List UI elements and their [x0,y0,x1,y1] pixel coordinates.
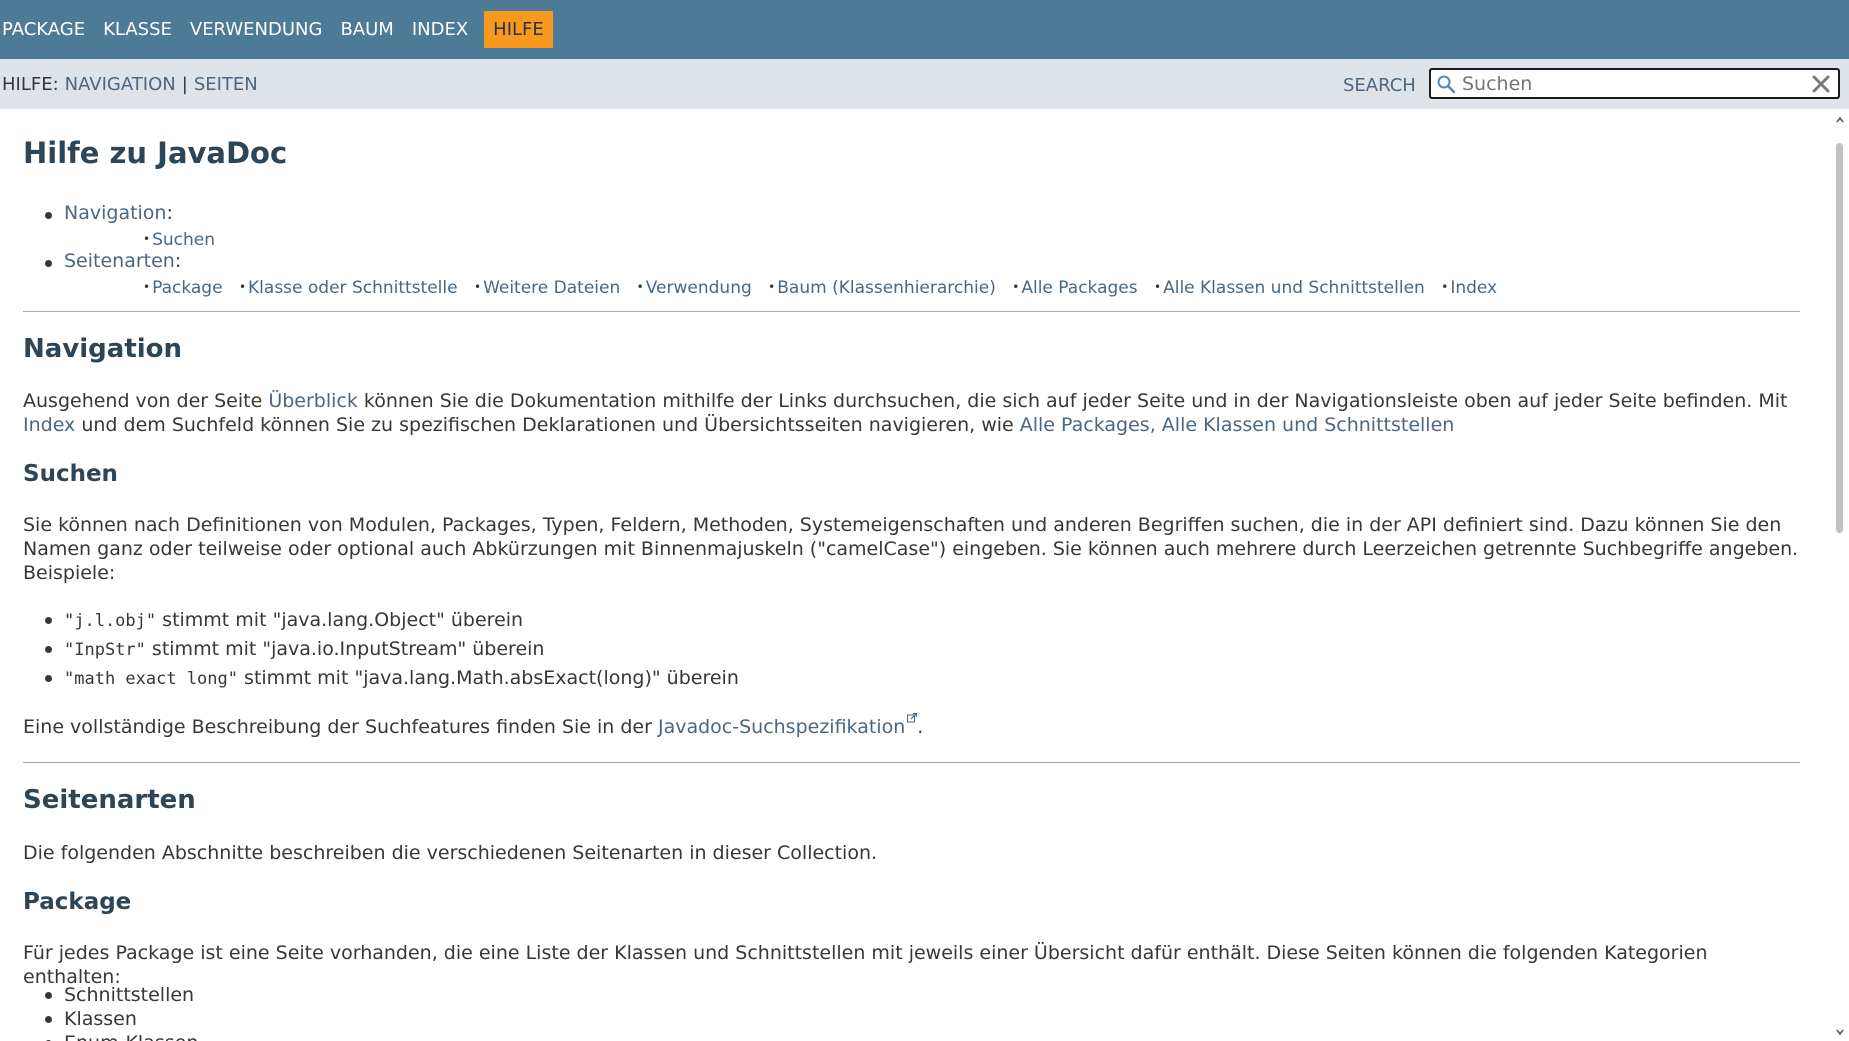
main-content: Hilfe zu JavaDoc Navigation: • Suchen Sei… [23,109,1800,1041]
package-paragraph: Für jedes Package ist eine Seite vorhand… [23,942,1708,988]
subnav-navigation-link[interactable]: NAVIGATION [65,74,176,95]
list-item: Schnittstellen [44,983,198,1007]
divider [23,311,1800,312]
scroll-down-icon[interactable] [1835,1027,1845,1037]
nav-use-link[interactable]: VERWENDUNG [181,11,332,48]
list-item: Klassen [44,1007,198,1031]
toc-link-search[interactable]: Suchen [152,230,215,250]
all-classes-link[interactable]: Alle Klassen und Schnittstellen [1162,414,1455,436]
scrollbar-thumb[interactable] [1836,143,1843,533]
page-types-heading: Seitenarten [23,785,196,815]
toc-bullet [45,260,52,267]
search-icon [1437,75,1456,94]
nav-help-active: HILFE [484,11,553,48]
toc-link-all-classes[interactable]: Alle Klassen und Schnittstellen [1163,278,1425,298]
navigation-paragraph: Ausgehend von der Seite Überblick können… [23,390,1788,436]
list-item: "j.l.obj" stimmt mit "java.lang.Object" … [45,608,739,637]
toc-link-tree[interactable]: Baum (Klassenhierarchie) [777,278,996,298]
package-heading: Package [23,889,132,915]
toc-link-index[interactable]: Index [1450,278,1497,298]
toc-link-other-files[interactable]: Weitere Dateien [483,278,620,298]
toc-bullet [45,212,52,219]
all-packages-link[interactable]: Alle Packages [1020,414,1150,436]
divider [23,762,1800,763]
toc-navigation-link[interactable]: Navigation [64,202,166,224]
nav-tree-link[interactable]: BAUM [331,11,402,48]
vertical-scrollbar[interactable] [1831,109,1849,1041]
toc-navigation-sublist: • Suchen [143,230,226,250]
toc-colon: : [166,202,173,224]
clear-search-icon[interactable] [1810,73,1832,95]
toc-colon: : [174,250,182,272]
search-examples-list: "j.l.obj" stimmt mit "java.lang.Object" … [45,608,739,695]
toc-navigation-row: Navigation: [45,202,173,224]
sub-bullet: • [143,232,151,246]
toc-pages-link[interactable]: Seitenarten [64,250,175,272]
nav-index-link[interactable]: INDEX [403,11,477,48]
search-spec-link[interactable]: Javadoc-Suchspezifikation [658,716,905,738]
toc-link-package[interactable]: Package [152,278,222,298]
toc-link-all-packages[interactable]: Alle Packages [1021,278,1137,298]
list-item: "InpStr" stimmt mit "java.io.InputStream… [45,637,739,666]
list-item: "math exact long" stimmt mit "java.lang.… [45,666,739,695]
overview-link[interactable]: Überblick [268,390,358,412]
toc-pages-row: Seitenarten: [45,250,182,272]
package-categories-list: Schnittstellen Klassen Enum-Klassen [44,983,198,1041]
subnav-separator: | [181,73,188,95]
spec-paragraph: Eine vollständige Beschreibung der Suchf… [23,713,1800,739]
search-heading: Suchen [23,461,118,487]
search-label: SEARCH [1343,75,1416,96]
search-input[interactable] [1462,72,1792,96]
nav-class-link[interactable]: KLASSE [94,11,181,48]
top-navigation-bar: PACKAGE KLASSE VERWENDUNG BAUM INDEX HIL… [0,0,1849,59]
subnav-pages-link[interactable]: SEITEN [194,74,258,95]
search-paragraph: Sie können nach Definitionen von Modulen… [23,514,1799,584]
search-box[interactable] [1429,68,1840,99]
nav-package-link[interactable]: PACKAGE [0,11,94,48]
toc-pages-sublist: • Package • Klasse oder Schnittstelle • Wei… [143,278,1498,298]
external-link-icon [907,713,918,723]
navigation-heading: Navigation [23,334,183,364]
sub-navigation-bar: HILFE: NAVIGATION | SEITEN SEARCH [0,59,1849,109]
toc-link-class[interactable]: Klasse oder Schnittstelle [248,278,458,298]
help-prefix-label: HILFE: [2,73,59,95]
index-link[interactable]: Index [23,414,75,436]
list-item: Enum-Klassen [44,1031,198,1041]
page-title: Hilfe zu JavaDoc [23,136,288,170]
page-types-paragraph: Die folgenden Abschnitte beschreiben die… [23,842,878,864]
scroll-up-icon[interactable] [1835,115,1845,125]
toc-link-use[interactable]: Verwendung [646,278,752,298]
